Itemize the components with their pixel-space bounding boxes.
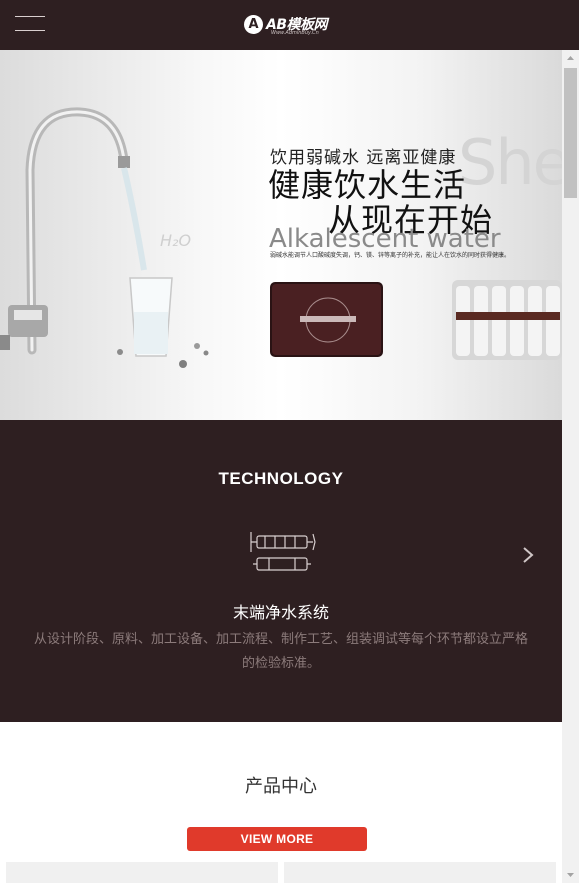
product-card[interactable] <box>284 862 556 883</box>
view-more-button[interactable]: VIEW MORE <box>187 827 367 851</box>
technology-title: TECHNOLOGY <box>218 469 344 488</box>
banner-watermark: She <box>458 126 562 199</box>
hero-banner[interactable]: H₂O She 饮用弱碱水 远离亚健康 健康饮水生活 从现在开始 Alkales… <box>0 50 562 420</box>
products-title: 产品中心 <box>245 776 317 797</box>
product-card[interactable] <box>6 862 278 883</box>
logo-subtitle: Www.AdminBuy.Cn <box>271 30 319 36</box>
menu-icon[interactable] <box>15 16 45 32</box>
chevron-right-icon[interactable] <box>519 545 537 565</box>
logo-badge: A <box>244 15 263 34</box>
scroll-down-arrow-icon[interactable] <box>562 866 579 883</box>
page: A AB模板网 Www.AdminBuy.Cn H₂O She 饮用弱碱水 远离… <box>0 0 562 883</box>
filter-cartridge-icon <box>250 532 316 571</box>
scroll-up-arrow-icon[interactable] <box>562 50 579 67</box>
svg-text:H₂O: H₂O <box>160 231 191 250</box>
technology-section: TECHNOLOGY 末端净水系统 从设计阶段、原料、加工设备、加工流程、制作工… <box>0 420 562 722</box>
technology-item-name: 末端净水系统 <box>232 603 329 622</box>
site-header: A AB模板网 Www.AdminBuy.Cn <box>0 0 562 50</box>
technology-item-description: 从设计阶段、原料、加工设备、加工流程、制作工艺、组装调试等每个环节都设立严格的检… <box>33 632 528 671</box>
banner-english-title: Alkalescent water <box>269 224 501 254</box>
banner-small-text: 弱碱水能调节人口酸碱度失调，钙、镁、锌等离子的补充，能让人在饮水的同时获得健康。 <box>270 252 511 259</box>
vertical-scrollbar[interactable] <box>562 50 579 883</box>
header-scroll-strip <box>562 0 579 50</box>
scrollbar-thumb[interactable] <box>564 68 577 198</box>
